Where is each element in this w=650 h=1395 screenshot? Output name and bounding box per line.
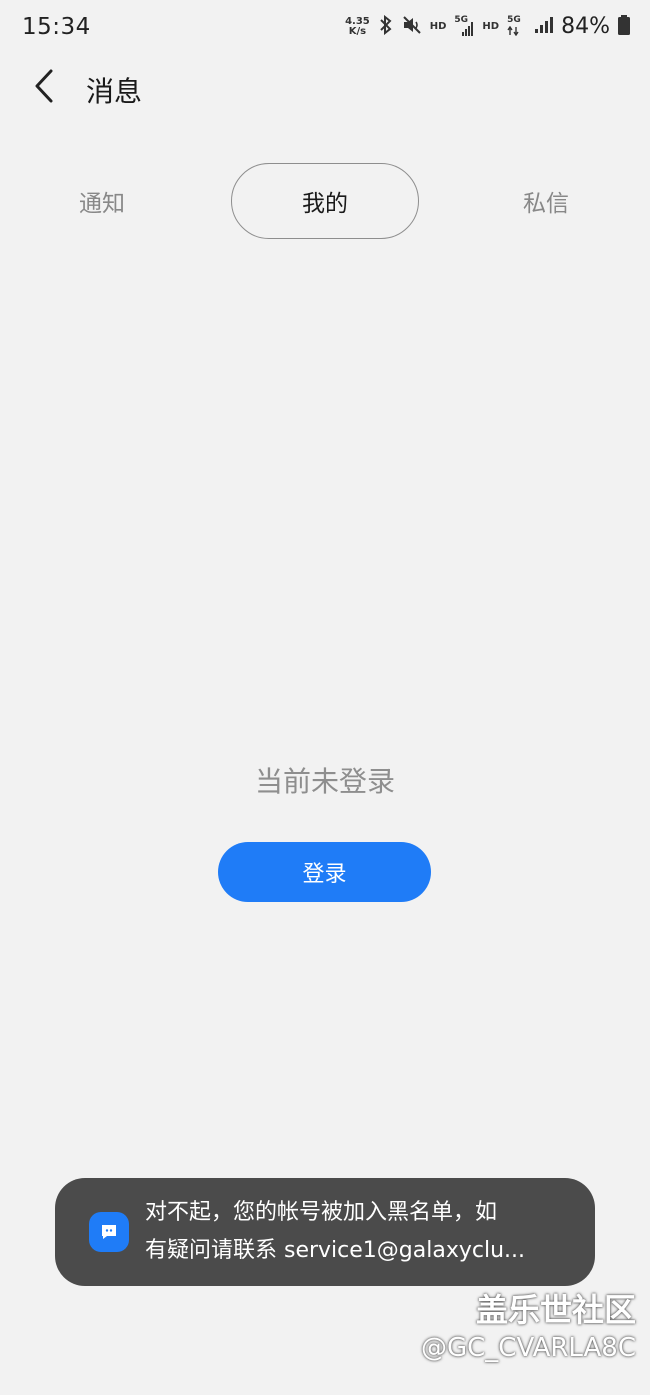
data-arrows-icon: 5G xyxy=(507,14,527,38)
watermark-site-name: 盖乐世社区 xyxy=(475,1291,636,1329)
watermark: 盖乐世社区 @GC_CVARLA8C xyxy=(421,1290,636,1366)
status-bar: 15:34 4.35 K/s HD 5G HD 5G 84% xyxy=(0,0,650,58)
back-button[interactable] xyxy=(22,66,66,110)
hd-label: HD xyxy=(429,21,447,32)
signal-icon: 5G xyxy=(454,15,474,38)
status-icons: 4.35 K/s HD 5G HD 5G 84% xyxy=(345,14,630,39)
battery-icon xyxy=(618,14,630,39)
tab-mine[interactable]: 我的 xyxy=(231,163,419,239)
hd-label: HD xyxy=(482,21,500,32)
chevron-left-icon xyxy=(32,68,56,108)
5g-label: 5G xyxy=(507,14,521,25)
watermark-username: @GC_CVARLA8C xyxy=(421,1333,636,1363)
mute-icon xyxy=(402,15,422,39)
login-button[interactable]: 登录 xyxy=(218,842,431,902)
status-time: 15:34 xyxy=(22,14,91,40)
network-speed-unit: K/s xyxy=(348,25,367,37)
tab-private-messages[interactable]: 私信 xyxy=(464,163,628,239)
bluetooth-icon xyxy=(378,14,394,39)
toast-line: 有疑问请联系 service1@galaxyclu... xyxy=(145,1238,526,1263)
network-speed-value: 4.35 xyxy=(345,15,370,27)
toast-notification: 对不起，您的帐号被加入黑名单，如 有疑问请联系 service1@galaxyc… xyxy=(55,1178,595,1286)
signal-icon xyxy=(535,16,554,37)
not-logged-in-message: 当前未登录 xyxy=(254,765,395,798)
chat-bubble-icon xyxy=(89,1212,129,1252)
toast-message: 对不起，您的帐号被加入黑名单，如 有疑问请联系 service1@galaxyc… xyxy=(145,1194,565,1270)
battery-percent: 84% xyxy=(561,14,610,39)
toast-line: 对不起，您的帐号被加入黑名单，如 xyxy=(145,1200,498,1225)
network-speed: 4.35 K/s xyxy=(345,15,370,37)
tab-notifications[interactable]: 通知 xyxy=(20,163,184,239)
page-title: 消息 xyxy=(86,75,143,108)
